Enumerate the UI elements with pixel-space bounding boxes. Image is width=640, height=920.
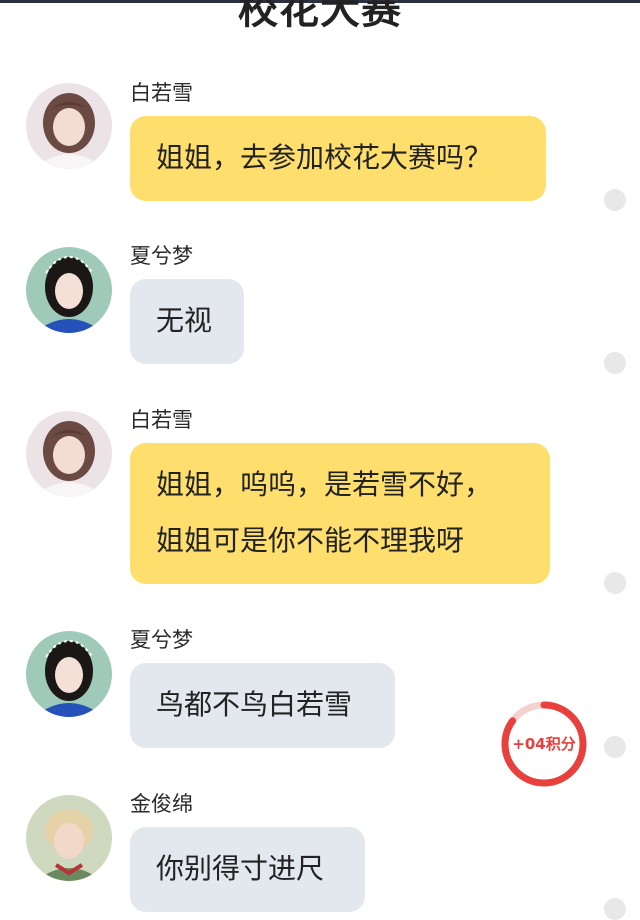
message-line: 无视 [156,304,213,337]
message-line: 姐姐可是你不能不理我呀 [156,524,465,557]
page-title: 校花大赛 [238,0,402,33]
message-line: 鸟都不鸟白若雪 [156,688,353,721]
points-text: +04积分 [512,735,576,753]
avatar[interactable] [26,411,112,497]
status-dot [604,572,626,594]
sender-name: 夏兮梦 [130,628,193,652]
status-dot [604,352,626,374]
status-dot [604,736,626,758]
girl-avatar-blue-shirt-icon [26,631,112,717]
avatar[interactable] [26,83,112,169]
points-badge[interactable]: +04积分 [500,700,588,788]
avatar[interactable] [26,795,112,881]
sender-name: 白若雪 [130,408,193,432]
message-bubble[interactable]: 姐姐，呜呜，是若雪不好， 姐姐可是你不能不理我呀 [130,443,550,584]
sender-name: 金俊绵 [130,792,193,816]
status-dot [604,898,626,920]
message-bubble[interactable]: 姐姐，去参加校花大赛吗？ [130,116,546,201]
message-line: 姐姐，去参加校花大赛吗？ [156,141,493,174]
message-bubble[interactable]: 鸟都不鸟白若雪 [130,663,395,748]
message-line: 姐姐，呜呜，是若雪不好， [156,468,493,501]
sender-name: 白若雪 [130,81,193,105]
message-bubble[interactable]: 你别得寸进尺 [130,827,365,912]
sender-name: 夏兮梦 [130,244,193,268]
message-bubble[interactable]: 无视 [130,279,244,364]
status-dot [604,189,626,211]
girl-avatar-white-hoodie-icon [26,411,112,497]
message-line: 你别得寸进尺 [156,852,325,885]
girl-avatar-blue-shirt-icon [26,247,112,333]
avatar[interactable] [26,247,112,333]
boy-avatar-blonde-icon [26,795,112,881]
avatar[interactable] [26,631,112,717]
girl-avatar-white-hoodie-icon [26,83,112,169]
